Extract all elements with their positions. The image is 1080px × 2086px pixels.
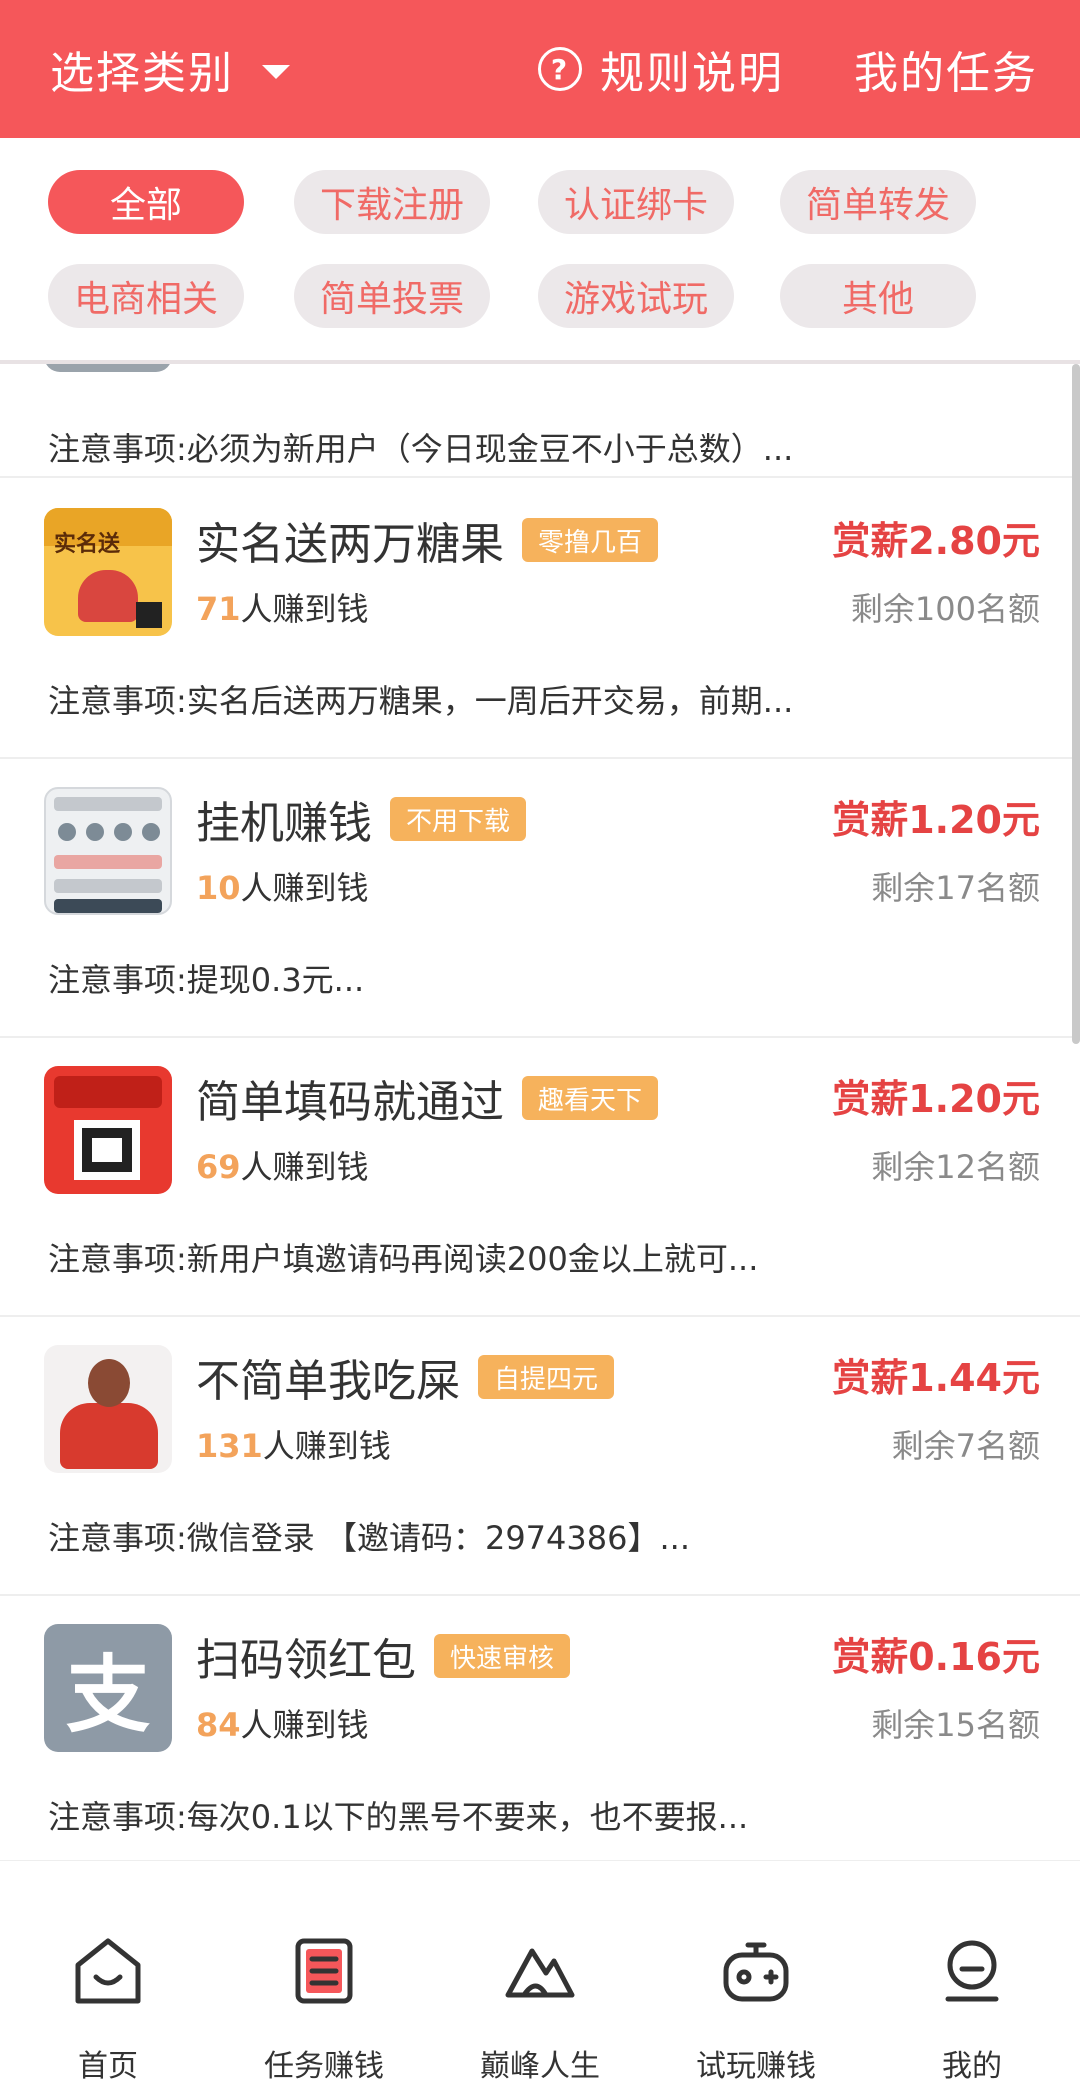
rules-label: 规则说明 <box>600 48 784 99</box>
filter-chip-simple-vote[interactable]: 简单投票 <box>294 264 490 328</box>
task-tag: 快速审核 <box>434 1634 571 1678</box>
category-selector[interactable]: 选择类别 <box>50 0 290 138</box>
rules-button[interactable]: ? 规则说明 <box>538 0 784 138</box>
alipay-icon: 支 <box>44 1624 172 1752</box>
person-photo-icon <box>44 1345 172 1473</box>
profile-icon <box>932 1931 1012 2011</box>
task-tag: 零撸几百 <box>522 518 659 562</box>
my-tasks-button[interactable]: 我的任务 <box>854 0 1038 138</box>
task-item[interactable]: 挂机赚钱 不用下载 10人赚到钱 赏薪1.20元 剩余17名额 注意事项:提现0… <box>0 759 1080 1038</box>
task-list[interactable]: 注意事项:必须为新用户（今日现金豆不小于总数）... 实名送 实名送两万糖果 零… <box>0 364 1080 1860</box>
bottom-nav: 首页 任务赚钱 巅峰人生 试玩赚钱 我的 <box>0 1860 1080 2086</box>
task-note: 注意事项:提现0.3元... <box>48 961 365 999</box>
task-title: 挂机赚钱 <box>196 798 372 849</box>
nav-label: 任务赚钱 <box>264 2049 384 2084</box>
task-title: 简单填码就通过 <box>196 1077 504 1128</box>
task-title: 扫码领红包 <box>196 1635 416 1686</box>
nav-label: 巅峰人生 <box>480 2049 600 2084</box>
filter-chip-other[interactable]: 其他 <box>780 264 976 328</box>
category-filter-panel: 全部 下载注册 认证绑卡 简单转发 电商相关 简单投票 游戏试玩 其他 <box>0 138 1080 364</box>
nav-label: 试玩赚钱 <box>696 2049 816 2084</box>
task-reward: 赏薪0.16元 <box>832 1635 1040 1679</box>
task-title: 实名送两万糖果 <box>196 519 504 570</box>
task-note: 注意事项:实名后送两万糖果，一周后开交易，前期... <box>48 682 794 720</box>
filter-chip-game-trial[interactable]: 游戏试玩 <box>538 264 734 328</box>
task-item[interactable]: 实名送 实名送两万糖果 零撸几百 71人赚到钱 赏薪2.80元 剩余100名额 … <box>0 480 1080 759</box>
task-item[interactable]: 支 扫码领红包 快速审核 84人赚到钱 赏薪0.16元 剩余15名额 注意事项:… <box>0 1596 1080 1860</box>
task-tag: 趣看天下 <box>522 1076 659 1120</box>
task-earned-count: 84人赚到钱 <box>196 1706 369 1744</box>
task-item[interactable]: 简单填码就通过 趣看天下 69人赚到钱 赏薪1.20元 剩余12名额 注意事项:… <box>0 1038 1080 1317</box>
task-earned-count: 10人赚到钱 <box>196 869 369 907</box>
task-remaining: 剩余100名额 <box>850 590 1040 628</box>
task-tag: 不用下载 <box>390 797 527 841</box>
task-reward: 赏薪2.80元 <box>832 519 1040 563</box>
task-title: 不简单我吃屎 <box>196 1356 460 1407</box>
task-remaining: 剩余17名额 <box>871 869 1040 907</box>
candy-promo-icon: 实名送 <box>44 508 172 636</box>
nav-item-profile[interactable]: 我的 <box>864 1861 1080 2086</box>
task-item-partial[interactable]: 注意事项:必须为新用户（今日现金豆不小于总数）... <box>0 364 1080 478</box>
help-icon: ? <box>538 47 582 91</box>
home-icon <box>68 1931 148 2011</box>
scrollbar[interactable] <box>1072 364 1080 1044</box>
filter-chip-all[interactable]: 全部 <box>48 170 244 234</box>
phone-screenshot-icon <box>44 787 172 915</box>
task-note: 注意事项:微信登录 【邀请码：2974386】... <box>48 1519 690 1557</box>
nav-label: 我的 <box>942 2049 1002 2084</box>
task-earned-count: 71人赚到钱 <box>196 590 369 628</box>
filter-chip-download-register[interactable]: 下载注册 <box>294 170 490 234</box>
task-reward: 赏薪1.44元 <box>832 1356 1040 1400</box>
task-item[interactable]: 不简单我吃屎 自提四元 131人赚到钱 赏薪1.44元 剩余7名额 注意事项:微… <box>0 1317 1080 1596</box>
task-remaining: 剩余12名额 <box>871 1148 1040 1186</box>
filter-chip-verify-bind-card[interactable]: 认证绑卡 <box>538 170 734 234</box>
nav-item-tasks[interactable]: 任务赚钱 <box>216 1861 432 2086</box>
task-note: 注意事项:每次0.1以下的黑号不要来，也不要报... <box>48 1798 749 1836</box>
my-tasks-label: 我的任务 <box>854 48 1038 99</box>
task-list-icon <box>284 1931 364 2011</box>
mountain-icon <box>500 1931 580 2011</box>
task-note: 注意事项:新用户填邀请码再阅读200金以上就可... <box>48 1240 759 1278</box>
task-reward: 赏薪1.20元 <box>832 1077 1040 1121</box>
task-remaining: 剩余15名额 <box>871 1706 1040 1744</box>
gamepad-icon <box>716 1931 796 2011</box>
task-earned-count: 69人赚到钱 <box>196 1148 369 1186</box>
task-earned-count: 131人赚到钱 <box>196 1427 391 1465</box>
nav-item-home[interactable]: 首页 <box>0 1861 216 2086</box>
category-label: 选择类别 <box>50 48 234 99</box>
top-bar: 选择类别 ? 规则说明 我的任务 <box>0 0 1080 138</box>
filter-chip-ecommerce[interactable]: 电商相关 <box>48 264 244 328</box>
qr-code-promo-icon <box>44 1066 172 1194</box>
nav-item-game-trial[interactable]: 试玩赚钱 <box>648 1861 864 2086</box>
filter-chip-simple-share[interactable]: 简单转发 <box>780 170 976 234</box>
task-remaining: 剩余7名额 <box>891 1427 1040 1465</box>
task-note: 注意事项:必须为新用户（今日现金豆不小于总数）... <box>48 430 794 468</box>
task-thumbnail <box>44 364 172 372</box>
task-tag: 自提四元 <box>478 1355 615 1399</box>
nav-label: 首页 <box>78 2049 138 2084</box>
chevron-down-icon <box>262 65 290 79</box>
nav-item-peak-life[interactable]: 巅峰人生 <box>432 1861 648 2086</box>
task-reward: 赏薪1.20元 <box>832 798 1040 842</box>
